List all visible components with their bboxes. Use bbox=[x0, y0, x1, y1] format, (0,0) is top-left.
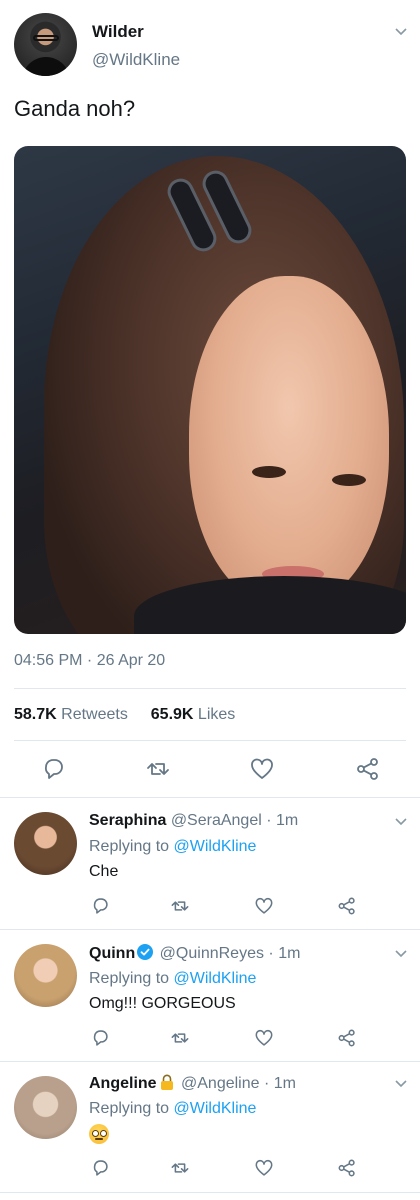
reply-text: Omg!!! GORGEOUS bbox=[89, 995, 236, 1012]
reply-handle[interactable]: @QuinnReyes bbox=[160, 945, 264, 962]
reply-display-name[interactable]: Seraphina bbox=[89, 812, 166, 829]
avatar[interactable] bbox=[14, 944, 77, 1007]
chevron-down-icon[interactable] bbox=[394, 814, 408, 828]
chevron-down-icon[interactable] bbox=[394, 1076, 408, 1090]
reply-author[interactable]: Seraphina @SeraAngel · 1m bbox=[89, 812, 298, 830]
heart-icon[interactable] bbox=[254, 1028, 274, 1048]
heart-icon[interactable] bbox=[249, 756, 275, 782]
replying-prefix: Replying to bbox=[89, 1100, 170, 1117]
share-icon[interactable] bbox=[337, 896, 357, 916]
replying-to: Replying to @WildKline bbox=[89, 838, 256, 856]
replying-to: Replying to @WildKline bbox=[89, 970, 256, 988]
reply-time: · 1m bbox=[263, 1075, 296, 1092]
reply-handle[interactable]: @SeraAngel bbox=[171, 812, 262, 829]
reply-icon[interactable] bbox=[90, 1028, 110, 1048]
likes-count[interactable]: 65.9K bbox=[151, 706, 194, 723]
reply-icon[interactable] bbox=[90, 1158, 110, 1178]
replying-prefix: Replying to bbox=[89, 838, 170, 855]
divider bbox=[0, 797, 420, 798]
retweet-icon[interactable] bbox=[145, 756, 171, 782]
share-icon[interactable] bbox=[355, 756, 381, 782]
replying-to-link[interactable]: @WildKline bbox=[174, 970, 257, 987]
reply-author[interactable]: Angeline @Angeline · 1m bbox=[89, 1074, 296, 1093]
divider bbox=[0, 1192, 420, 1193]
lock-icon bbox=[160, 1074, 174, 1090]
retweet-icon[interactable] bbox=[170, 1028, 190, 1048]
tweet-text: Ganda noh? bbox=[14, 96, 136, 121]
tweet-timestamp[interactable]: 04:56 PM · 26 Apr 20 bbox=[14, 652, 165, 670]
replying-to-link[interactable]: @WildKline bbox=[174, 1100, 257, 1117]
avatar[interactable] bbox=[14, 13, 77, 76]
share-icon[interactable] bbox=[337, 1028, 357, 1048]
tweet-stats: 58.7K Retweets 65.9K Likes bbox=[14, 706, 235, 724]
retweets-label[interactable]: Retweets bbox=[61, 706, 128, 723]
reply-display-name[interactable]: Quinn bbox=[89, 945, 135, 962]
verified-icon bbox=[137, 944, 154, 960]
avatar[interactable] bbox=[14, 812, 77, 875]
display-name[interactable]: Wilder bbox=[92, 22, 144, 42]
tweet-photo[interactable] bbox=[14, 146, 406, 634]
share-icon[interactable] bbox=[337, 1158, 357, 1178]
reply-icon[interactable] bbox=[40, 756, 66, 782]
reply-text: Che bbox=[89, 863, 119, 880]
likes-label[interactable]: Likes bbox=[198, 706, 235, 723]
reply-display-name[interactable]: Angeline bbox=[89, 1075, 157, 1092]
reply-icon[interactable] bbox=[90, 896, 110, 916]
reply-time: · 1m bbox=[266, 812, 299, 829]
heart-icon[interactable] bbox=[254, 896, 274, 916]
retweet-icon[interactable] bbox=[170, 1158, 190, 1178]
replying-to-link[interactable]: @WildKline bbox=[174, 838, 257, 855]
replying-prefix: Replying to bbox=[89, 970, 170, 987]
rolling-eyes-emoji-icon bbox=[89, 1124, 109, 1144]
chevron-down-icon[interactable] bbox=[394, 946, 408, 960]
chevron-down-icon[interactable] bbox=[394, 24, 408, 38]
retweets-count[interactable]: 58.7K bbox=[14, 706, 57, 723]
handle[interactable]: @WildKline bbox=[92, 50, 180, 70]
divider bbox=[14, 688, 406, 689]
heart-icon[interactable] bbox=[254, 1158, 274, 1178]
retweet-icon[interactable] bbox=[170, 896, 190, 916]
divider bbox=[0, 929, 420, 930]
divider bbox=[0, 1061, 420, 1062]
reply-author[interactable]: Quinn @QuinnReyes · 1m bbox=[89, 944, 300, 963]
reply-handle[interactable]: @Angeline bbox=[181, 1075, 260, 1092]
avatar[interactable] bbox=[14, 1076, 77, 1139]
reply-text bbox=[89, 1124, 109, 1149]
reply-time: · 1m bbox=[268, 945, 301, 962]
replying-to: Replying to @WildKline bbox=[89, 1100, 256, 1118]
divider bbox=[14, 740, 406, 741]
